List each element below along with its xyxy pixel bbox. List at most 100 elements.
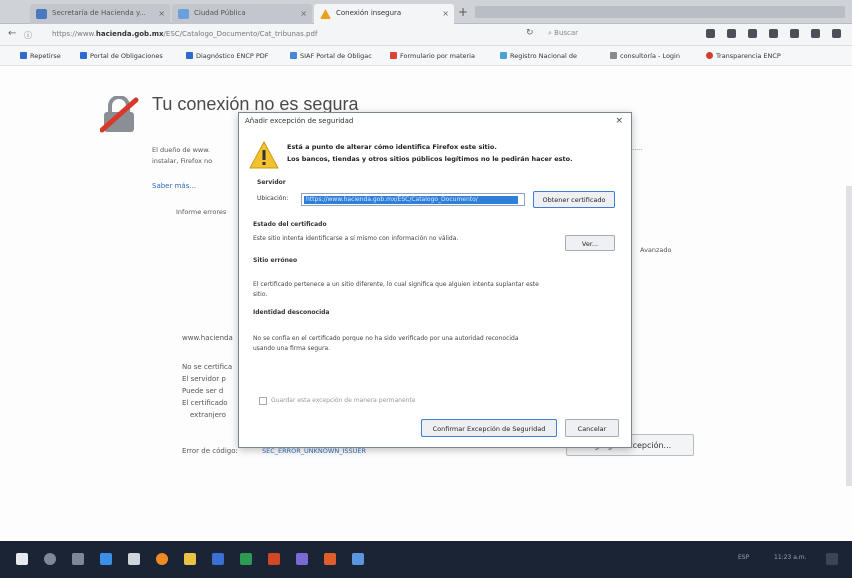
search-bar[interactable]: ⌕ Buscar	[548, 29, 698, 41]
permanent-exception-checkbox[interactable]	[259, 397, 267, 405]
bookmark-item[interactable]: Diagnóstico ENCP PDF	[186, 52, 269, 60]
reload-icon[interactable]: ↻	[526, 28, 534, 38]
tab-conexion-insegura[interactable]: Conexión insegura ×	[314, 4, 454, 24]
bookmark-label: Transparencia ENCP	[716, 52, 781, 60]
warning-icon	[249, 141, 279, 169]
warning-favicon-icon	[320, 9, 331, 19]
close-icon[interactable]: ×	[615, 116, 623, 126]
url-path: /ESC/Catalogo_Documento/Cat_tribunas.pdf	[163, 30, 318, 38]
info-icon[interactable]: ⓘ	[24, 30, 32, 41]
word-icon[interactable]	[212, 553, 224, 565]
settings-gear-icon[interactable]	[128, 553, 140, 565]
shield-icon[interactable]	[811, 29, 820, 38]
bookmark-favicon-icon	[500, 52, 507, 59]
app-icon[interactable]	[352, 553, 364, 565]
clock[interactable]: 11:23 a.m.	[774, 554, 807, 561]
url-domain: hacienda.gob.mx	[95, 30, 164, 38]
detail-line: El servidor p	[182, 375, 226, 383]
search-placeholder: Buscar	[554, 29, 579, 37]
bookmark-favicon-icon	[610, 52, 617, 59]
bookmark-star-icon[interactable]	[706, 29, 715, 38]
bookmark-favicon-icon	[186, 52, 193, 59]
bookmark-item[interactable]: Repetirse	[20, 52, 61, 60]
host-line: www.hacienda	[182, 334, 233, 342]
app-icon[interactable]	[296, 553, 308, 565]
detail-line: El certificado	[182, 399, 228, 407]
detail-line: No se certifica	[182, 363, 233, 371]
bookmark-favicon-icon	[290, 52, 297, 59]
url-prefix: https://www.	[52, 30, 96, 38]
navigation-bar: ← ⓘ https://www.hacienda.gob.mx/ESC/Cata…	[0, 24, 852, 46]
back-arrow-icon[interactable]: ←	[8, 28, 16, 39]
identity-text-line: usando una firma segura.	[253, 345, 331, 352]
view-certificate-button[interactable]: Ver...	[565, 235, 615, 251]
taskbar: ESP 11:23 a.m.	[0, 541, 852, 578]
cert-text-line: sitio.	[253, 291, 268, 298]
new-tab-button[interactable]: +	[458, 5, 468, 19]
excel-icon[interactable]	[240, 553, 252, 565]
identity-text-line: No se confía en el certificado porque no…	[253, 335, 519, 342]
server-section-label: Servidor	[257, 179, 286, 186]
notifications-icon[interactable]	[826, 553, 838, 565]
location-input[interactable]: https://www.hacienda.gob.mx/ESC/Catalogo…	[301, 193, 525, 206]
learn-more-link[interactable]: Saber más...	[152, 182, 196, 190]
bookmark-item[interactable]: consultoría - Login	[610, 52, 680, 60]
toolbar-icons	[706, 29, 841, 38]
bookmark-label: Diagnóstico ENCP PDF	[196, 52, 269, 60]
bookmark-item[interactable]: Formulario por materia	[390, 52, 475, 60]
bookmark-favicon-icon	[390, 52, 397, 59]
firefox-icon[interactable]	[156, 553, 168, 565]
bookmark-item[interactable]: Transparencia ENCP	[706, 52, 781, 60]
tab-strip-filler	[475, 6, 845, 18]
tab-label: Secretaría de Hacienda y...	[52, 9, 146, 17]
bookmarks-bar: Repetirse Portal de Obligaciones Diagnós…	[0, 46, 852, 66]
desktop-screen: Secretaría de Hacienda y... × Ciudad Púb…	[0, 0, 852, 578]
intro-text-tail: ·····	[632, 146, 643, 154]
powerpoint-icon[interactable]	[268, 553, 280, 565]
detail-line: Puede ser d	[182, 387, 224, 395]
url-bar[interactable]: https://www.hacienda.gob.mx/ESC/Catalogo…	[52, 28, 522, 42]
broken-lock-icon	[100, 96, 139, 133]
intro-text-line: El dueño de www.	[152, 146, 210, 154]
advanced-label[interactable]: Avanzado	[640, 246, 672, 254]
file-explorer-icon[interactable]	[184, 553, 196, 565]
home-icon[interactable]	[769, 29, 778, 38]
edge-icon[interactable]	[100, 553, 112, 565]
cancel-button[interactable]: Cancelar	[565, 419, 619, 437]
scrollbar[interactable]	[846, 186, 852, 486]
bookmark-item[interactable]: Registro Nacional de	[500, 52, 577, 60]
cert-text-line: El certificado pertenece a un sitio dife…	[253, 281, 539, 288]
pocket-icon[interactable]	[790, 29, 799, 38]
certificate-status-label: Estado del certificado	[253, 221, 327, 228]
close-tab-icon[interactable]: ×	[158, 9, 165, 18]
confirm-exception-button[interactable]: Confirmar Excepción de Seguridad	[421, 419, 557, 437]
bookmark-folder-icon	[20, 52, 27, 59]
bookmark-label: Registro Nacional de	[510, 52, 577, 60]
close-tab-icon[interactable]: ×	[300, 9, 307, 18]
error-code-link[interactable]: SEC_ERROR_UNKNOWN_ISSUER	[262, 447, 366, 455]
bookmark-label: Formulario por materia	[400, 52, 475, 60]
intro-text-line: instalar, Firefox no	[152, 157, 213, 165]
tab-ciudad[interactable]: Ciudad Pública ×	[172, 4, 312, 24]
app-icon[interactable]	[324, 553, 336, 565]
task-view-icon[interactable]	[72, 553, 84, 565]
report-errors-text: Informe errores	[176, 208, 227, 216]
bookmark-label: Portal de Obligaciones	[90, 52, 163, 60]
status-text: Este sitio intenta identificarse a sí mi…	[253, 235, 459, 242]
search-icon[interactable]	[44, 553, 56, 565]
tab-hacienda[interactable]: Secretaría de Hacienda y... ×	[30, 4, 170, 24]
library-icon[interactable]	[727, 29, 736, 38]
download-icon[interactable]	[748, 29, 757, 38]
get-certificate-button[interactable]: Obtener certificado	[533, 191, 615, 208]
language-indicator[interactable]: ESP	[738, 554, 749, 561]
tab-label: Conexión insegura	[336, 9, 402, 17]
bookmark-label: consultoría - Login	[620, 52, 680, 60]
tab-favicon-icon	[36, 9, 47, 19]
start-windows-icon[interactable]	[16, 553, 28, 565]
bookmark-favicon-icon	[706, 52, 713, 59]
error-code-label: Error de código:	[182, 447, 238, 455]
close-tab-icon[interactable]: ×	[442, 9, 449, 18]
menu-icon[interactable]	[832, 29, 841, 38]
bookmark-item[interactable]: Portal de Obligaciones	[80, 52, 163, 60]
bookmark-item[interactable]: SIAF Portal de Obligac	[290, 52, 372, 60]
